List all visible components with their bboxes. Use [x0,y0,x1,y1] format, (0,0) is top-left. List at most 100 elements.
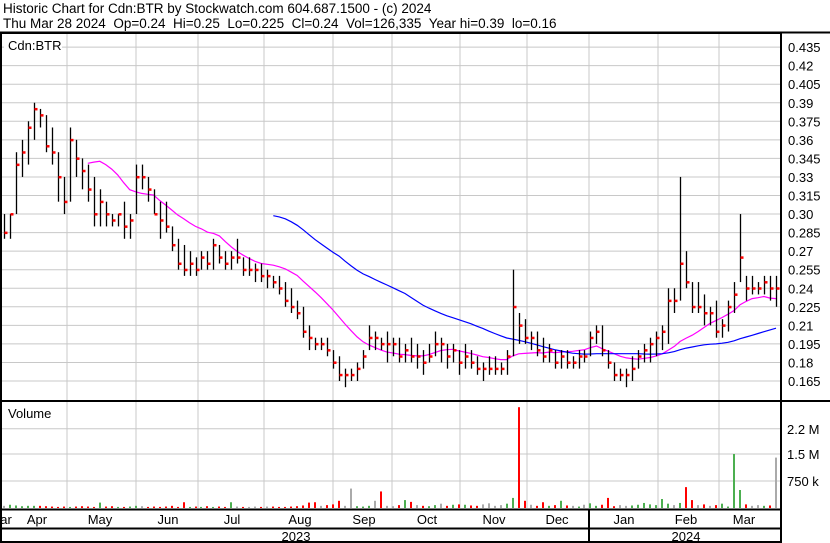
close-tick [573,361,577,364]
volume-bar [745,504,747,508]
volume-bar [63,506,65,508]
close-tick [399,355,403,358]
close-tick [148,188,152,191]
volume-bar [506,503,508,508]
volume-bar [332,504,334,508]
volume-tick-label: 750 k [787,474,819,489]
month-label: Dec [545,512,569,527]
close-tick [160,219,164,222]
volume-bar [81,506,83,508]
close-tick [650,342,654,346]
close-tick [124,225,128,228]
volume-bar [428,506,430,508]
price-tick-label: 0.27 [788,244,813,259]
volume-bar [33,505,35,508]
close-tick [267,274,271,278]
close-tick [638,355,642,358]
volume-bar [673,505,675,508]
close-tick [453,349,457,352]
volume-bar [218,506,220,508]
volume-bars [3,407,777,508]
close-tick [10,213,14,216]
close-tick [710,311,714,315]
price-tick-label: 0.315 [788,189,821,204]
close-tick [489,367,493,371]
close-tick [285,299,289,303]
gridlines [2,34,780,508]
volume-bar [242,506,244,508]
close-tick [375,336,379,340]
volume-tick-label: 2.2 M [787,422,820,437]
close-tick [172,243,176,247]
volume-bar [583,504,585,508]
close-tick [40,114,44,117]
close-tick [620,373,624,377]
volume-bar [398,505,400,508]
close-tick [351,373,355,377]
moving-average-long [273,215,777,355]
month-label: Jan [614,512,635,527]
volume-bar [230,502,232,508]
close-tick [201,256,205,259]
volume-bar [500,505,502,508]
close-tick [728,305,732,309]
stock-chart: 0.435 0.42 0.405 0.39 0.375 0.36 0.345 0.33 0.31… [0,31,830,543]
volume-bar [284,506,286,508]
close-tick [52,151,56,154]
close-tick [441,342,445,346]
volume-bar [123,506,125,508]
volume-bar [769,505,771,508]
month-label: ar [0,512,12,527]
close-tick [543,355,547,358]
close-tick [477,367,481,371]
close-tick [495,367,499,371]
month-label: May [88,512,113,527]
volume-label: Volume [8,406,51,421]
volume-bar [320,505,322,508]
close-tick [632,367,636,371]
volume-bar [440,503,442,508]
close-tick [381,342,385,346]
close-tick [716,330,720,334]
month-label: Apr [27,512,48,527]
volume-bar [147,506,149,508]
close-tick [596,330,600,334]
close-tick [303,330,307,334]
volume-bar [350,488,352,508]
volume-bar [296,506,298,508]
close-tick [249,268,253,272]
volume-bar [189,506,191,508]
volume-bar [410,501,412,508]
volume-bar [422,505,424,508]
volume-bar [578,506,580,508]
close-tick [243,268,247,272]
close-tick [363,355,367,358]
price-tick-label: 0.285 [788,226,821,241]
volume-bar [739,490,741,508]
volume-bar [679,502,681,508]
close-tick [405,349,409,352]
price-tick-label: 0.435 [788,40,821,55]
price-tick-label: 0.405 [788,77,821,92]
close-tick [537,349,541,352]
close-tick [674,299,678,303]
close-tick [579,355,583,358]
volume-bar [356,506,358,508]
year-label: 2023 [282,529,311,543]
month-label: Aug [288,512,311,527]
close-tick [76,157,80,160]
close-tick [513,305,517,309]
close-tick [698,305,702,309]
close-tick [644,349,648,352]
price-tick-label: 0.18 [788,355,813,370]
volume-bar [554,505,556,508]
close-tick [590,336,594,340]
close-tick [46,145,50,148]
volume-bar [691,500,693,508]
volume-bar [607,497,609,508]
volume-bar [721,503,723,508]
volume-bar [416,505,418,508]
volume-bar [757,505,759,508]
close-tick [770,287,774,290]
close-tick [584,355,588,358]
